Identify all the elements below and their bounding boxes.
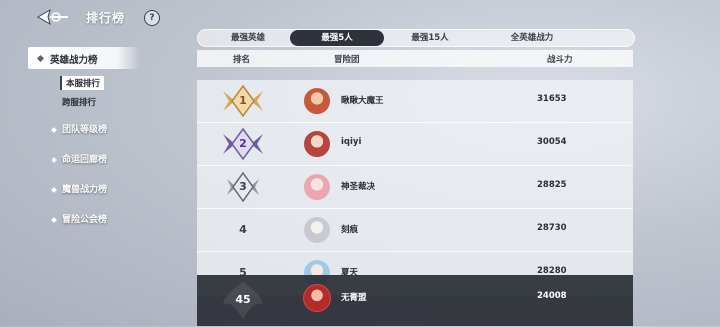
table-row[interactable]: 1 瞅瞅大魔王 31653 xyxy=(197,80,633,123)
diamond-bullet-icon xyxy=(51,216,57,223)
rank-number: 4 xyxy=(239,223,247,236)
back-arrow-icon xyxy=(37,8,68,26)
tab-strongest-5[interactable]: 最强5人 xyxy=(290,30,384,46)
diamond-bullet-icon xyxy=(51,126,57,133)
tab-all-heroes[interactable]: 全英雄战力 xyxy=(476,30,588,46)
rank-number: 1 xyxy=(239,94,247,107)
sidebar-item-label: 魔兽战力榜 xyxy=(62,185,108,195)
rank-number: 45 xyxy=(235,293,251,306)
page-title: 排行榜 xyxy=(86,11,126,25)
power-value: 31653 xyxy=(537,94,567,104)
ranking-table: 排名 冒险团 战斗力 1 瞅瞅大魔王 31653 2 iqiyi 30054 3… xyxy=(197,50,633,326)
column-header-rank: 排名 xyxy=(233,55,251,65)
power-value: 30054 xyxy=(537,137,567,147)
team-name: iqiyi xyxy=(341,137,362,147)
rank-number: 2 xyxy=(239,137,247,150)
diamond-bullet-icon xyxy=(51,186,57,193)
avatar[interactable] xyxy=(303,87,331,115)
power-value: 28825 xyxy=(537,180,567,190)
rank-badge-silver: 3 xyxy=(217,169,269,205)
back-button[interactable] xyxy=(34,6,70,28)
avatar[interactable] xyxy=(303,216,331,244)
diamond-bullet-icon xyxy=(36,54,45,63)
rank-badge-gold: 1 xyxy=(217,83,269,119)
sidebar-item-hero-power[interactable]: 英雄战力榜 xyxy=(28,47,140,69)
sidebar-item-fate-corridor[interactable]: 命运回廊榜 xyxy=(51,152,108,166)
sidebar-item-label: 冒险公会榜 xyxy=(62,215,108,225)
rank-number: 3 xyxy=(239,180,247,193)
team-name: 刻痕 xyxy=(341,225,359,235)
power-value: 28730 xyxy=(537,223,567,233)
avatar[interactable] xyxy=(303,130,331,158)
tab-strongest-15[interactable]: 最强15人 xyxy=(384,30,476,46)
team-name: 无膏盟 xyxy=(341,293,367,303)
column-header-team: 冒险团 xyxy=(334,55,360,65)
team-name: 瞅瞅大魔王 xyxy=(341,96,384,106)
table-row[interactable]: 4 刻痕 28730 xyxy=(197,209,633,252)
sub-tab-cross-server[interactable]: 跨服排行 xyxy=(62,96,96,108)
table-row[interactable]: 2 iqiyi 30054 xyxy=(197,123,633,166)
sidebar-item-guild[interactable]: 冒险公会榜 xyxy=(51,212,108,226)
rank-badge-purple: 2 xyxy=(217,126,269,162)
sidebar-item-beast-power[interactable]: 魔兽战力榜 xyxy=(51,182,108,196)
sidebar-item-label: 团队等级榜 xyxy=(62,125,108,135)
avatar[interactable] xyxy=(303,173,331,201)
table-row[interactable]: 3 神圣裁决 28825 xyxy=(197,166,633,209)
sub-tab-local-server[interactable]: 本服排行 xyxy=(60,76,105,90)
rank-cell: 45 xyxy=(217,277,269,323)
power-value: 24008 xyxy=(537,291,567,301)
column-header-power: 战斗力 xyxy=(547,55,573,65)
diamond-bullet-icon xyxy=(51,156,57,163)
sidebar-item-label: 命运回廊榜 xyxy=(62,155,108,165)
tab-strongest-hero[interactable]: 最强英雄 xyxy=(202,30,294,46)
my-rank-row[interactable]: 45 无膏盟 24008 xyxy=(197,275,633,326)
sidebar-item-team-level[interactable]: 团队等级榜 xyxy=(51,122,108,136)
ranking-tabs: 最强英雄 最强5人 最强15人 全英雄战力 xyxy=(197,29,635,47)
rank-cell: 4 xyxy=(217,212,269,248)
avatar[interactable] xyxy=(303,284,331,312)
team-name: 神圣裁决 xyxy=(341,182,376,192)
help-icon[interactable]: ? xyxy=(144,10,160,26)
sidebar-item-label: 英雄战力榜 xyxy=(50,55,98,66)
table-header: 排名 冒险团 战斗力 xyxy=(197,50,633,67)
